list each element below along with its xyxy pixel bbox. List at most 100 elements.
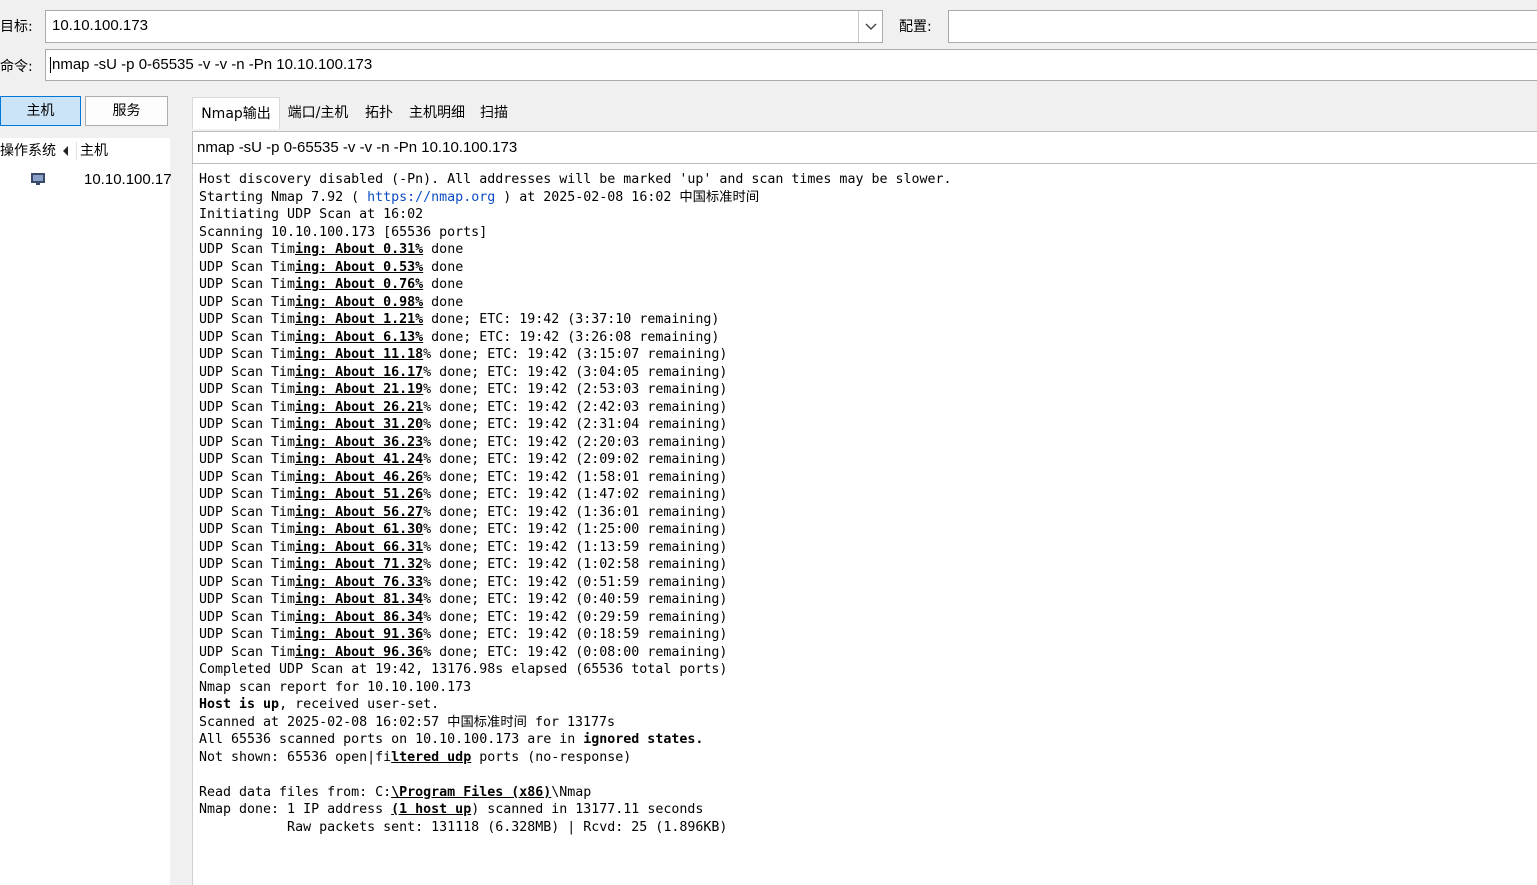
- output-segment: ) scanned in 13177.11 seconds: [471, 802, 704, 817]
- services-button[interactable]: 服务: [85, 96, 168, 126]
- output-segment: \Program Files (x86): [391, 784, 552, 800]
- command-label: 命令:: [0, 59, 33, 75]
- output-segment: % done; ETC: 19:42 (0:29:59 remaining): [423, 609, 728, 625]
- output-segment: Host is up: [199, 697, 280, 712]
- host-row[interactable]: 10.10.100.17: [0, 168, 172, 192]
- output-link[interactable]: https://nmap.org: [367, 190, 495, 205]
- output-segment: UDP Scan Tim: [199, 382, 296, 397]
- output-command-selector[interactable]: nmap -sU -p 0-65535 -v -v -n -Pn 10.10.1…: [192, 131, 1537, 164]
- target-dropdown-button[interactable]: [858, 11, 882, 42]
- column-header-host[interactable]: 主机: [80, 138, 108, 164]
- output-line: UDP Scan Timing: About 61.30% done; ETC:…: [199, 521, 952, 539]
- output-segment: % done; ETC: 19:42 (2:42:03 remaining): [423, 399, 728, 415]
- output-segment: UDP Scan Tim: [199, 522, 296, 537]
- output-segment: ing: About 61.30: [295, 522, 424, 537]
- output-segment: ing: About 41.24: [295, 452, 424, 467]
- output-segment: UDP Scan Tim: [199, 294, 296, 310]
- output-line: Not shown: 65536 open|filtered udp ports…: [199, 749, 952, 767]
- output-segment: ing: About 31.20: [295, 417, 424, 432]
- output-segment: % done; ETC: 19:42 (2:53:03 remaining): [423, 382, 728, 397]
- output-segment: % done; ETC: 19:42 (1:13:59 remaining): [423, 539, 728, 555]
- nmap-output-panel[interactable]: Host discovery disabled (-Pn). All addre…: [192, 164, 1537, 885]
- output-segment: UDP Scan Tim: [199, 242, 296, 257]
- output-segment: ing: About 0.53%: [295, 259, 424, 275]
- tab-scans[interactable]: 扫描: [476, 97, 512, 129]
- output-segment: ing: About 81.34: [295, 592, 424, 607]
- output-segment: ing: About 76.33: [295, 574, 424, 590]
- output-line: UDP Scan Timing: About 41.24% done; ETC:…: [199, 451, 952, 469]
- output-segment: ) at 2025-02-08 16:02 中国标准时间: [495, 189, 760, 205]
- tab-ports-hosts[interactable]: 端口/主机: [282, 97, 354, 129]
- output-line: UDP Scan Timing: About 0.53% done: [199, 259, 952, 277]
- output-line: Nmap scan report for 10.10.100.173: [199, 679, 952, 697]
- host-list[interactable]: 操作系统 主机 10.10.100.17: [0, 138, 172, 885]
- tab-nmap-output[interactable]: Nmap输出: [192, 97, 280, 129]
- output-segment: (1 host up: [391, 802, 472, 817]
- sort-arrow-icon: [63, 146, 68, 156]
- output-segment: UDP Scan Tim: [199, 259, 296, 275]
- output-line: UDP Scan Timing: About 26.21% done; ETC:…: [199, 399, 952, 417]
- output-line: Host is up, received user-set.: [199, 696, 952, 714]
- tab-host-details[interactable]: 主机明细: [404, 97, 470, 129]
- output-segment: UDP Scan Tim: [199, 312, 296, 327]
- output-line: UDP Scan Timing: About 0.76% done: [199, 276, 952, 294]
- output-segment: ing: About 0.98%: [295, 294, 424, 310]
- output-segment: UDP Scan Tim: [199, 329, 296, 345]
- command-input[interactable]: nmap -sU -p 0-65535 -v -v -n -Pn 10.10.1…: [45, 49, 1537, 81]
- output-line: UDP Scan Timing: About 71.32% done; ETC:…: [199, 556, 952, 574]
- output-segment: % done; ETC: 19:42 (3:04:05 remaining): [423, 364, 728, 380]
- output-line: UDP Scan Timing: About 16.17% done; ETC:…: [199, 364, 952, 382]
- output-line: UDP Scan Timing: About 76.33% done; ETC:…: [199, 574, 952, 592]
- column-divider[interactable]: [76, 142, 77, 160]
- output-line: UDP Scan Timing: About 46.26% done; ETC:…: [199, 469, 952, 487]
- output-segment: ing: About 86.34: [295, 609, 424, 625]
- output-line: UDP Scan Timing: About 21.19% done; ETC:…: [199, 381, 952, 399]
- output-segment: % done; ETC: 19:42 (0:08:00 remaining): [423, 644, 728, 660]
- output-segment: done: [423, 259, 464, 275]
- output-segment: ing: About 91.36: [295, 627, 424, 642]
- output-segment: % done; ETC: 19:42 (3:15:07 remaining): [423, 347, 728, 362]
- output-line: Read data files from: C:\Program Files (…: [199, 784, 952, 802]
- output-segment: % done; ETC: 19:42 (0:51:59 remaining): [423, 574, 728, 590]
- output-segment: Host discovery disabled (-Pn). All addre…: [199, 172, 952, 187]
- output-segment: UDP Scan Tim: [199, 452, 296, 467]
- output-segment: UDP Scan Tim: [199, 539, 296, 555]
- output-segment: Scanned at 2025-02-08 16:02:57 中国标准时间 fo…: [199, 714, 616, 730]
- output-segment: ing: About 1.21%: [295, 312, 424, 327]
- target-value[interactable]: 10.10.100.173: [52, 17, 148, 34]
- output-segment: ing: About 16.17: [295, 364, 424, 380]
- output-segment: \Nmap: [551, 784, 592, 800]
- output-line: Scanned at 2025-02-08 16:02:57 中国标准时间 fo…: [199, 714, 952, 732]
- tab-topology[interactable]: 拓扑: [360, 97, 398, 129]
- profile-combobox[interactable]: [948, 10, 1537, 43]
- output-segment: Initiating UDP Scan at 16:02: [199, 207, 424, 222]
- output-segment: ing: About 56.27: [295, 504, 424, 520]
- output-segment: UDP Scan Tim: [199, 399, 296, 415]
- output-segment: ing: About 51.26: [295, 487, 424, 502]
- output-line: UDP Scan Timing: About 91.36% done; ETC:…: [199, 626, 952, 644]
- output-line: Raw packets sent: 131118 (6.328MB) | Rcv…: [199, 819, 952, 837]
- output-segment: Nmap scan report for 10.10.100.173: [199, 679, 472, 695]
- output-segment: % done; ETC: 19:42 (2:09:02 remaining): [423, 452, 728, 467]
- output-segment: ing: About 0.31%: [295, 242, 424, 257]
- output-segment: % done; ETC: 19:42 (1:25:00 remaining): [423, 522, 728, 537]
- output-segment: done: [423, 242, 464, 257]
- output-line: UDP Scan Timing: About 36.23% done; ETC:…: [199, 434, 952, 452]
- target-label: 目标:: [0, 19, 33, 35]
- output-segment: ing: About 11.18: [295, 347, 424, 362]
- target-combobox[interactable]: 10.10.100.173: [45, 10, 883, 43]
- output-segment: % done; ETC: 19:42 (1:58:01 remaining): [423, 469, 728, 485]
- output-segment: ing: About 6.13%: [295, 329, 424, 345]
- output-segment: UDP Scan Tim: [199, 504, 296, 520]
- text-cursor: [50, 57, 51, 74]
- command-value[interactable]: nmap -sU -p 0-65535 -v -v -n -Pn 10.10.1…: [52, 56, 372, 73]
- output-line: UDP Scan Timing: About 31.20% done; ETC:…: [199, 416, 952, 434]
- output-line: UDP Scan Timing: About 96.36% done; ETC:…: [199, 644, 952, 662]
- output-segment: ing: About 66.31: [295, 539, 424, 555]
- hosts-button[interactable]: 主机: [0, 96, 81, 126]
- output-segment: % done; ETC: 19:42 (1:36:01 remaining): [423, 504, 728, 520]
- output-segment: Nmap done: 1 IP address: [199, 802, 392, 817]
- output-segment: Starting Nmap 7.92 (: [199, 189, 368, 205]
- column-header-os[interactable]: 操作系统: [0, 138, 56, 164]
